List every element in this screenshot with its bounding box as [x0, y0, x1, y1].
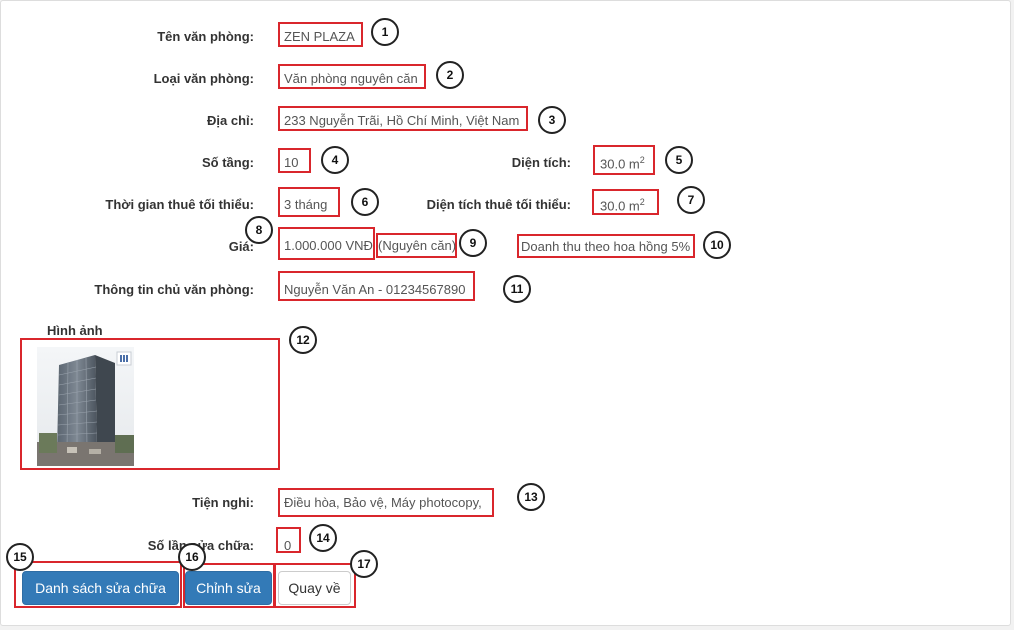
min-rent-time-label: Thời gian thuê tối thiểu: [105, 197, 254, 212]
min-rent-area-label: Diện tích thuê tối thiểu: [426, 197, 571, 212]
edit-button[interactable]: Chỉnh sửa [185, 571, 272, 605]
area-value: 30.0 m2 [600, 155, 645, 172]
office-name-value: ZEN PLAZA [284, 29, 355, 44]
annotation-badge-13: 13 [517, 483, 545, 511]
annotation-badge-5: 5 [665, 146, 693, 174]
annotation-badge-17: 17 [350, 550, 378, 578]
annotation-badge-12: 12 [289, 326, 317, 354]
annotation-badge-7: 7 [677, 186, 705, 214]
building-image [37, 347, 134, 466]
owner-label: Thông tin chủ văn phòng: [94, 282, 254, 297]
building-photo[interactable] [37, 347, 134, 466]
address-value: 233 Nguyễn Trãi, Hồ Chí Minh, Việt Nam [284, 113, 520, 128]
annotation-badge-2: 2 [436, 61, 464, 89]
office-type-value: Văn phòng nguyên căn [284, 71, 418, 86]
annotation-badge-3: 3 [538, 106, 566, 134]
price-unit: (Nguyên căn) [378, 238, 457, 253]
amenities-label: Tiện nghi: [192, 495, 254, 510]
revenue-value: Doanh thu theo hoa hồng 5% [521, 239, 691, 254]
floors-label: Số tầng: [202, 155, 254, 170]
back-button[interactable]: Quay về [278, 571, 351, 605]
floors-value: 10 [284, 155, 299, 170]
price-value: 1.000.000 VNĐ [284, 238, 373, 253]
price-label: Giá: [228, 239, 254, 254]
annotation-badge-15: 15 [6, 543, 34, 571]
annotation-badge-11: 11 [503, 275, 531, 303]
annotation-badge-6: 6 [351, 188, 379, 216]
min-rent-area-value: 30.0 m2 [600, 197, 645, 214]
office-name-label: Tên văn phòng: [157, 29, 254, 44]
annotation-badge-14: 14 [309, 524, 337, 552]
images-label: Hình ảnh [47, 323, 103, 338]
annotation-badge-10: 10 [703, 231, 731, 259]
annotation-badge-1: 1 [371, 18, 399, 46]
address-label: Địa chỉ: [207, 113, 254, 128]
repairs-value: 0 [284, 538, 292, 553]
min-rent-time-value: 3 tháng [284, 197, 328, 212]
office-type-label: Loại văn phòng: [153, 71, 254, 86]
area-label: Diện tích: [511, 155, 571, 170]
office-detail-panel [0, 0, 1011, 626]
repair-list-button[interactable]: Danh sách sửa chữa [22, 571, 179, 605]
owner-value: Nguyễn Văn An - 01234567890 [284, 282, 466, 297]
annotation-badge-16: 16 [178, 543, 206, 571]
annotation-badge-4: 4 [321, 146, 349, 174]
amenities-value: Điều hòa, Bảo vệ, Máy photocopy, [284, 495, 482, 510]
annotation-badge-9: 9 [459, 229, 487, 257]
